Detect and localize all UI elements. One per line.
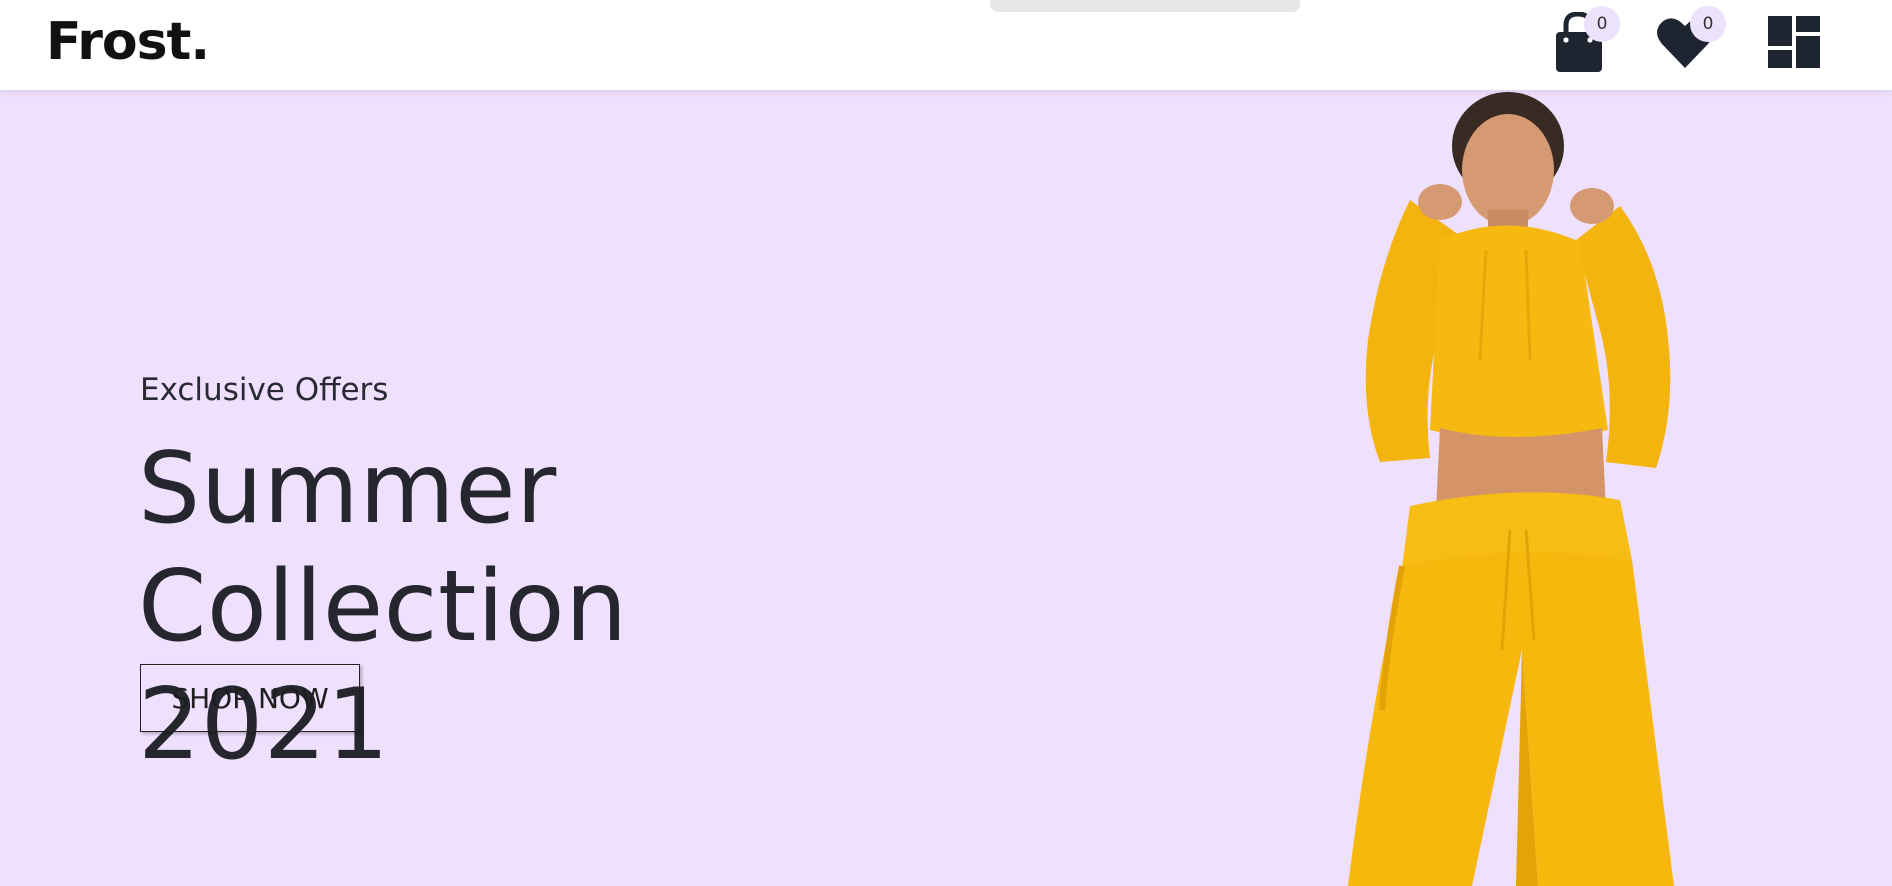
dashboard-menu-button[interactable] xyxy=(1766,16,1822,70)
hero-model-image xyxy=(1348,92,1674,886)
hero-headline-line-1: Summer Collection xyxy=(138,432,628,664)
shop-now-button[interactable]: SHOP NOW xyxy=(140,664,360,732)
wishlist-count-badge: 0 xyxy=(1690,6,1726,42)
hero-eyebrow: Exclusive Offers xyxy=(140,372,389,408)
wishlist-button[interactable]: 0 xyxy=(1656,6,1726,70)
dashboard-grid-icon xyxy=(1768,16,1820,68)
cart-button[interactable]: 0 xyxy=(1552,6,1620,74)
page: Frost. 0 0 Exclusive Offers Summer Colle… xyxy=(0,0,1892,886)
brand-logo[interactable]: Frost. xyxy=(46,12,210,72)
dropdown-tab xyxy=(990,0,1300,12)
cart-count-badge: 0 xyxy=(1584,6,1620,42)
top-navigation-bar: Frost. 0 0 xyxy=(0,0,1892,90)
